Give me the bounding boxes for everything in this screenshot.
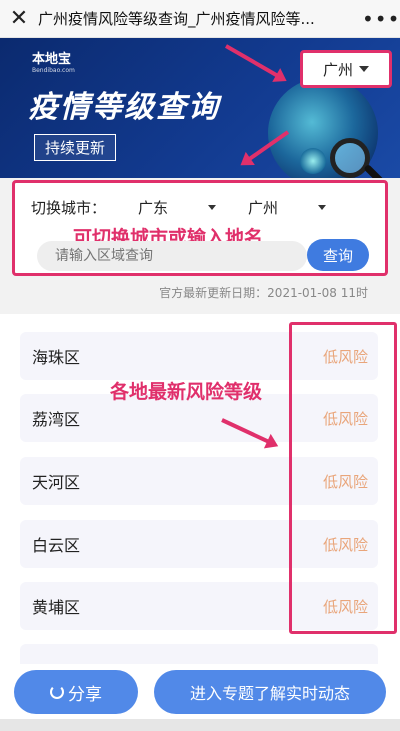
list-item-partial[interactable] [20, 644, 378, 664]
query-panel: 切换城市： 广东 广州 可切换城市或输入地名 查询 [12, 180, 388, 276]
list-item[interactable]: 天河区 低风险 [20, 457, 378, 505]
title-bar: ✕ 广州疫情风险等级查询_广州疫情风险等... ••• [0, 0, 400, 38]
virus-small-illustration [300, 148, 326, 174]
query-button[interactable]: 查询 [307, 239, 369, 271]
more-icon[interactable]: ••• [362, 7, 400, 31]
chevron-down-icon [318, 205, 327, 210]
magnifier-icon [330, 138, 370, 178]
share-label: 分享 [68, 684, 102, 705]
district-search-input[interactable] [37, 241, 307, 271]
province-value: 广东 [138, 199, 169, 217]
city-switch-title: 切换城市： [31, 199, 107, 217]
logo-text: 本地宝 [32, 52, 72, 67]
district-name: 天河区 [32, 473, 81, 492]
city-switch-button[interactable]: 广州 [300, 50, 392, 88]
district-name: 白云区 [32, 536, 81, 555]
share-button[interactable]: 分享 [14, 670, 138, 714]
risk-hint-annotation: 各地最新风险等级 [110, 381, 263, 403]
magnifier-handle [363, 163, 387, 178]
logo: 本地宝 Bendibao.com [32, 48, 75, 74]
district-name: 海珠区 [32, 348, 81, 367]
risk-level: 低风险 [322, 347, 368, 366]
list-item[interactable]: 海珠区 低风险 [20, 332, 378, 380]
district-name: 黄埔区 [32, 598, 81, 617]
risk-level: 低风险 [322, 535, 368, 554]
city-value: 广州 [248, 199, 279, 217]
risk-level: 低风险 [322, 409, 368, 428]
update-date: 官方最新更新日期：2021-01-08 11时 [159, 286, 368, 300]
page-title: 广州疫情风险等级查询_广州疫情风险等... [38, 10, 315, 28]
share-icon [50, 685, 64, 699]
banner-heading: 疫情等级查询 [28, 90, 220, 125]
close-icon[interactable]: ✕ [0, 0, 38, 38]
district-list: 海珠区 低风险 荔湾区 低风险 天河区 低风险 白云区 低风险 黄埔区 低风险 [0, 314, 400, 664]
city-selector-row: 切换城市： 广东 广州 [31, 197, 327, 218]
logo-subtext: Bendibao.com [32, 67, 75, 74]
chevron-down-icon [208, 205, 217, 210]
chevron-down-icon [359, 66, 369, 72]
banner-tag: 持续更新 [34, 134, 117, 161]
list-item[interactable]: 白云区 低风险 [20, 520, 378, 568]
district-name: 荔湾区 [32, 410, 81, 429]
city-select[interactable]: 广州 [248, 197, 327, 218]
topic-button[interactable]: 进入专题了解实时动态 [154, 670, 386, 714]
province-select[interactable]: 广东 [138, 197, 217, 218]
list-item[interactable]: 黄埔区 低风险 [20, 582, 378, 630]
risk-level: 低风险 [322, 597, 368, 616]
home-indicator [0, 719, 400, 731]
risk-level: 低风险 [322, 472, 368, 491]
city-switch-label: 广州 [322, 60, 353, 79]
